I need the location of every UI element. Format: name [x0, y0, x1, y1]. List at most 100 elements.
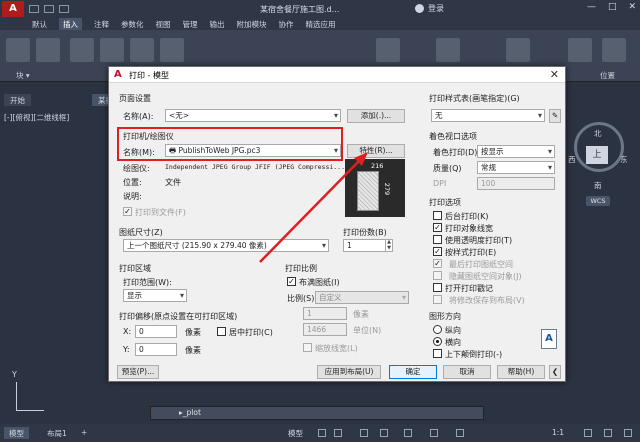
title-bar: A 某宿舍餐厅施工图.d... 登录 — □ ✕	[0, 0, 640, 18]
plot-option-label-6: 打开打印戳记	[445, 284, 493, 293]
offset-y-input[interactable]: 0	[135, 343, 177, 356]
annotation-scale[interactable]: 1:1	[552, 428, 564, 437]
printer-name-select[interactable]: 🖶 PublishToWeb JPG.pc3	[165, 144, 341, 157]
portrait-radio[interactable]	[433, 325, 442, 334]
open-file-icon[interactable]	[44, 5, 54, 13]
snap-icon[interactable]	[334, 429, 342, 437]
scale-select[interactable]: 自定义	[315, 291, 409, 304]
print-to-file-checkbox[interactable]: ✓	[123, 207, 132, 216]
annotation-icon[interactable]	[456, 429, 464, 437]
scale-lineweights-checkbox[interactable]	[303, 343, 312, 352]
attach-icon[interactable]	[70, 38, 94, 62]
plot-option-checkbox-1[interactable]: ✓	[433, 223, 442, 232]
plot-option-checkbox-5[interactable]	[433, 271, 442, 280]
ribbon-tab-7[interactable]: 附加模块	[237, 19, 267, 30]
app-logo-icon[interactable]: A	[2, 1, 24, 17]
preview-button[interactable]: 预览(P)...	[117, 365, 159, 379]
ribbon-tab-3[interactable]: 参数化	[121, 19, 144, 30]
tab-layout1[interactable]: 布局1	[42, 427, 72, 439]
close-window-icon[interactable]: ✕	[628, 2, 636, 12]
viewcube-north[interactable]: 北	[594, 128, 602, 139]
dpi-input[interactable]: 100	[477, 177, 555, 190]
ortho-icon[interactable]	[360, 429, 368, 437]
workspace-icon[interactable]	[584, 429, 592, 437]
shade-plot-select[interactable]: 按显示	[477, 145, 555, 158]
ribbon-tab-8[interactable]: 协作	[279, 19, 294, 30]
cancel-button[interactable]: 取消	[443, 365, 491, 379]
grid-icon[interactable]	[318, 429, 326, 437]
data-link-icon[interactable]	[436, 38, 460, 62]
model-space-toggle[interactable]: 模型	[288, 428, 303, 439]
edit-block-icon[interactable]	[36, 38, 60, 62]
plot-option-checkbox-0[interactable]	[433, 211, 442, 220]
viewcube-top-face[interactable]: 上	[586, 146, 608, 164]
set-location-icon[interactable]	[568, 38, 592, 62]
help-button[interactable]: 帮助(H)	[497, 365, 545, 379]
menu-icon[interactable]	[624, 429, 632, 437]
ribbon-tab-2[interactable]: 注释	[94, 19, 109, 30]
command-line-input[interactable]: ▸_plot	[150, 406, 484, 420]
customize-icon[interactable]	[604, 429, 612, 437]
tab-model[interactable]: 模型	[4, 427, 29, 439]
edit-plot-style-icon[interactable]: ✎	[549, 109, 561, 123]
maximize-icon[interactable]: □	[608, 2, 617, 12]
ok-button[interactable]: 确定	[389, 365, 437, 379]
fit-to-paper-checkbox[interactable]: ✓	[287, 277, 296, 286]
osnap-icon[interactable]	[404, 429, 412, 437]
viewcube-west[interactable]: 西	[568, 154, 576, 165]
scale-value2-input[interactable]: 1466	[303, 323, 347, 336]
dialog-titlebar[interactable]: A 打印 - 模型 ✕	[109, 67, 565, 83]
autocad-icon: A	[114, 69, 122, 80]
block-panel-label[interactable]: 块 ▾	[16, 70, 30, 81]
reference-icon[interactable]	[160, 38, 184, 62]
add-layout-button[interactable]: +	[76, 427, 92, 439]
scale-unit1-select[interactable]: 像素	[353, 309, 369, 320]
copies-spinner[interactable]: ▲ ▼	[385, 239, 392, 252]
ribbon-tab-1[interactable]: 插入	[59, 17, 82, 31]
wcs-menu[interactable]: WCS	[586, 196, 610, 206]
window-controls: — □ ✕	[587, 2, 636, 12]
clip-icon[interactable]	[100, 38, 124, 62]
viewcube-south[interactable]: 南	[594, 180, 602, 191]
pdf-import-icon[interactable]	[376, 38, 400, 62]
login-area[interactable]: 登录	[415, 3, 444, 14]
location-icon[interactable]	[602, 38, 626, 62]
plot-option-checkbox-6[interactable]	[433, 283, 442, 292]
offset-y-unit: 像素	[185, 346, 201, 355]
page-setup-add-button[interactable]: 添加(.)...	[347, 109, 405, 123]
plot-option-checkbox-3[interactable]: ✓	[433, 247, 442, 256]
plot-range-select[interactable]: 显示	[123, 289, 187, 302]
new-file-icon[interactable]	[29, 5, 39, 13]
dialog-close-icon[interactable]: ✕	[550, 68, 559, 81]
save-icon[interactable]	[59, 5, 69, 13]
plot-option-checkbox-2[interactable]	[433, 235, 442, 244]
collapse-options-icon[interactable]: ❮	[549, 365, 561, 379]
plot-option-checkbox-7[interactable]	[433, 295, 442, 304]
ribbon-tab-5[interactable]: 管理	[183, 19, 198, 30]
paper-size-select[interactable]: 上一个图纸尺寸 (215.90 x 279.40 像素)	[123, 239, 329, 252]
extract-data-icon[interactable]	[506, 38, 530, 62]
upside-down-checkbox[interactable]	[433, 349, 442, 358]
quality-select[interactable]: 常规	[477, 161, 555, 174]
scale-value1-input[interactable]: 1	[303, 307, 347, 320]
ribbon-tab-4[interactable]: 视图	[156, 19, 171, 30]
minimize-icon[interactable]: —	[587, 2, 596, 12]
offset-x-input[interactable]: 0	[135, 325, 177, 338]
plot-style-select[interactable]: 无	[431, 109, 545, 122]
adjust-icon[interactable]	[130, 38, 154, 62]
polar-icon[interactable]	[380, 429, 388, 437]
ribbon-tab-9[interactable]: 精选应用	[306, 19, 336, 30]
landscape-radio[interactable]	[433, 337, 442, 346]
viewport-label[interactable]: [-][俯视][二维线框]	[4, 112, 69, 123]
page-setup-name-select[interactable]: <无>	[165, 109, 341, 122]
tab-start[interactable]: 开始	[4, 94, 31, 106]
ribbon-tab-6[interactable]: 输出	[210, 19, 225, 30]
viewcube-east[interactable]: 东	[620, 154, 628, 165]
printer-properties-button[interactable]: 特性(R)...	[347, 144, 405, 158]
plot-option-checkbox-4[interactable]: ✓	[433, 259, 442, 268]
lineweight-icon[interactable]	[430, 429, 438, 437]
apply-to-layout-button[interactable]: 应用到布局(U)	[317, 365, 381, 379]
center-plot-checkbox[interactable]	[217, 327, 226, 336]
ribbon-tab-0[interactable]: 默认	[32, 19, 47, 30]
insert-block-icon[interactable]	[6, 38, 30, 62]
